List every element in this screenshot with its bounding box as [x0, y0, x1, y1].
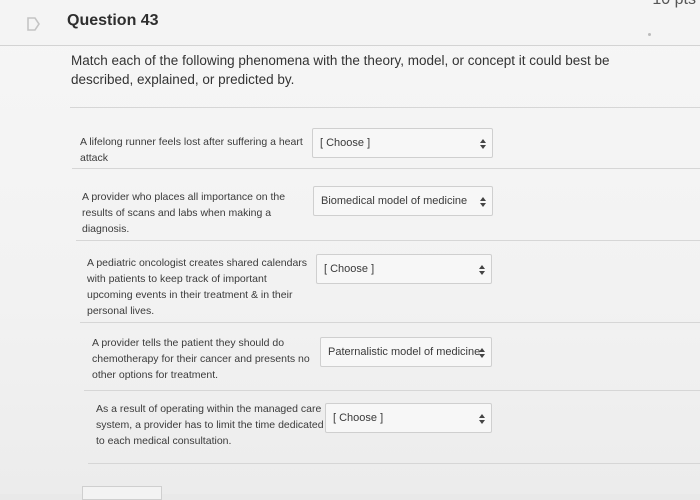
- flag-icon[interactable]: [26, 17, 40, 31]
- divider: [76, 240, 700, 241]
- partial-button[interactable]: [82, 486, 162, 500]
- chevron-updown-icon: [480, 197, 486, 207]
- divider: [88, 463, 700, 464]
- match-statement-4: A provider tells the patient they should…: [92, 337, 310, 381]
- question-title: Question 43: [67, 12, 159, 29]
- match-statement-5: As a result of operating within the mana…: [96, 403, 324, 447]
- points-label: 10 pts: [652, 0, 696, 9]
- question-header: Question 43 10 pts: [0, 0, 700, 46]
- select-value: [ Choose ]: [333, 412, 384, 424]
- match-statement-2: A provider who places all importance on …: [82, 191, 286, 235]
- select-value: [ Choose ]: [324, 263, 375, 275]
- select-value: [ Choose ]: [320, 137, 371, 149]
- match-statement-3: A pediatric oncologist creates shared ca…: [87, 257, 308, 317]
- divider: [72, 168, 700, 169]
- divider: [80, 322, 700, 323]
- select-value: Paternalistic model of medicine: [328, 346, 480, 358]
- answer-select-4[interactable]: Paternalistic model of medicine: [320, 337, 492, 367]
- divider: [84, 390, 700, 391]
- match-statement-1: A lifelong runner feels lost after suffe…: [80, 136, 303, 164]
- divider: [70, 107, 700, 108]
- answer-select-5[interactable]: [ Choose ]: [325, 403, 492, 433]
- chevron-updown-icon: [479, 265, 485, 275]
- chevron-updown-icon: [479, 348, 485, 358]
- question-prompt: Match each of the following phenomena wi…: [71, 53, 610, 87]
- answer-select-3[interactable]: [ Choose ]: [316, 254, 492, 284]
- chevron-updown-icon: [479, 414, 485, 424]
- answer-select-1[interactable]: [ Choose ]: [312, 128, 493, 158]
- chevron-updown-icon: [480, 139, 486, 149]
- select-value: Biomedical model of medicine: [321, 195, 468, 207]
- quiz-page: Question 43 10 pts Match each of the fol…: [0, 0, 700, 500]
- decorative-dot: [648, 33, 651, 36]
- answer-select-2[interactable]: Biomedical model of medicine: [313, 186, 493, 216]
